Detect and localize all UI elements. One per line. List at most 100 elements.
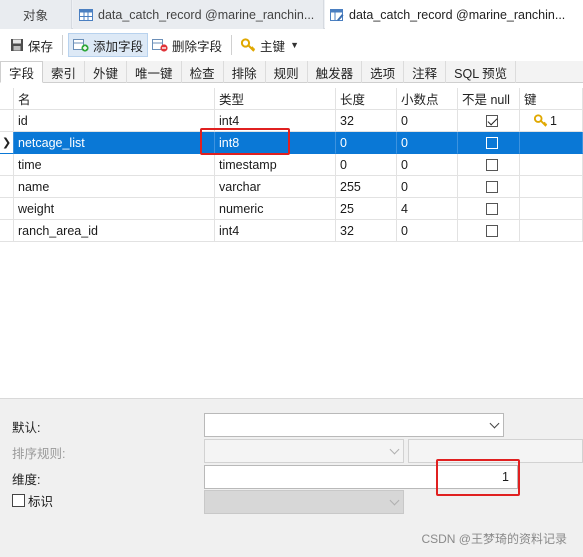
field-name-cell[interactable]: netcage_list — [14, 132, 215, 154]
field-length-cell[interactable]: 255 — [336, 176, 397, 198]
not-null-checkbox[interactable] — [486, 224, 498, 237]
tab-indexes[interactable]: 索引 — [43, 61, 86, 83]
field-length-cell[interactable]: 25 — [336, 198, 397, 220]
field-name-cell[interactable]: time — [14, 154, 215, 176]
key-icon — [534, 114, 548, 127]
tab-objects[interactable]: 对象 — [0, 0, 72, 29]
field-key-cell[interactable] — [520, 176, 583, 198]
field-not-null-cell[interactable] — [458, 176, 520, 198]
field-not-null-cell[interactable] — [458, 132, 520, 154]
table-row[interactable]: time timestamp 0 0 — [0, 154, 583, 176]
field-decimals-cell[interactable]: 0 — [397, 220, 458, 242]
field-decimals-cell[interactable]: 0 — [397, 176, 458, 198]
not-null-checkbox[interactable] — [486, 202, 498, 215]
column-header-type[interactable]: 类型 — [215, 88, 336, 110]
save-button[interactable]: 保存 — [6, 33, 57, 57]
tab-table-data[interactable]: data_catch_record @marine_ranchin... — [73, 0, 324, 29]
row-indicator[interactable] — [0, 154, 14, 176]
column-header-name[interactable]: 名 — [14, 88, 215, 110]
field-name-cell[interactable]: weight — [14, 198, 215, 220]
field-type-cell[interactable]: int4 — [215, 220, 336, 242]
tab-rules[interactable]: 规则 — [266, 61, 308, 83]
table-row[interactable]: ranch_area_id int4 32 0 — [0, 220, 583, 242]
column-header-length[interactable]: 长度 — [336, 88, 397, 110]
field-not-null-cell[interactable] — [458, 110, 520, 132]
save-icon — [11, 39, 23, 51]
row-indicator[interactable] — [0, 110, 14, 132]
column-header-key[interactable]: 键 — [520, 88, 583, 110]
identity-checkbox-row[interactable]: 标识 — [12, 491, 53, 510]
field-decimals-cell[interactable]: 0 — [397, 132, 458, 154]
field-type-cell[interactable]: numeric — [215, 198, 336, 220]
design-tab-bar: 字段 索引 外键 唯一键 检查 排除 规则 触发器 选项 注释 SQL 预览 — [0, 61, 583, 83]
row-indicator[interactable] — [0, 220, 14, 242]
field-key-cell[interactable]: 1 — [520, 110, 583, 132]
row-indicator[interactable] — [0, 198, 14, 220]
tab-options[interactable]: 选项 — [362, 61, 405, 83]
delete-field-button[interactable]: 删除字段 — [148, 33, 226, 57]
table-row[interactable]: weight numeric 25 4 — [0, 198, 583, 220]
row-indicator[interactable] — [0, 176, 14, 198]
tab-triggers[interactable]: 触发器 — [308, 61, 363, 83]
chevron-down-icon[interactable]: ▼ — [290, 40, 299, 50]
field-not-null-cell[interactable] — [458, 154, 520, 176]
column-header-decimals[interactable]: 小数点 — [397, 88, 458, 110]
identity-label: 标识 — [28, 495, 54, 509]
field-decimals-cell[interactable]: 0 — [397, 110, 458, 132]
tab-comment[interactable]: 注释 — [404, 61, 447, 83]
column-header-not-null[interactable]: 不是 null — [458, 88, 520, 110]
field-type-cell[interactable]: varchar — [215, 176, 336, 198]
delete-field-icon — [152, 39, 168, 52]
add-field-icon — [73, 39, 89, 52]
chevron-down-icon — [389, 495, 400, 506]
tab-foreign-keys[interactable]: 外键 — [85, 61, 128, 83]
primary-key-indicator: 1 — [534, 114, 557, 128]
field-length-cell[interactable]: 0 — [336, 132, 397, 154]
chevron-down-icon — [489, 418, 500, 429]
tab-label: 对象 — [22, 9, 48, 23]
tab-excludes[interactable]: 排除 — [224, 61, 266, 83]
field-type-cell[interactable]: timestamp — [215, 154, 336, 176]
field-properties-panel: 默认: 排序规则: 维度: 1 标识 CSDN @王梦琦的资料记录 — [0, 399, 583, 557]
grid-header: 名 类型 长度 小数点 不是 null 键 — [0, 88, 583, 110]
field-length-cell[interactable]: 32 — [336, 110, 397, 132]
table-icon — [79, 8, 93, 21]
toolbar-divider — [62, 35, 64, 55]
key-order: 1 — [550, 113, 557, 128]
not-null-checkbox[interactable] — [486, 136, 498, 149]
field-not-null-cell[interactable] — [458, 198, 520, 220]
table-row[interactable]: ❯ netcage_list int8 0 0 — [0, 132, 583, 154]
tab-checks[interactable]: 检查 — [182, 61, 224, 83]
field-decimals-cell[interactable]: 0 — [397, 154, 458, 176]
default-dropdown[interactable] — [204, 413, 504, 437]
field-key-cell[interactable] — [520, 220, 583, 242]
toolbar: 保存 添加字段 删除字段 主键 ▼ — [0, 30, 583, 60]
collation-dropdown[interactable] — [204, 439, 404, 463]
table-row[interactable]: id int4 32 0 1 — [0, 110, 583, 132]
field-name-cell[interactable]: id — [14, 110, 215, 132]
field-length-cell[interactable]: 0 — [336, 154, 397, 176]
current-row-indicator-icon[interactable]: ❯ — [0, 132, 14, 154]
identity-dropdown[interactable] — [204, 490, 404, 514]
add-field-button[interactable]: 添加字段 — [68, 33, 149, 57]
watermark: CSDN @王梦琦的资料记录 — [421, 532, 567, 546]
field-name-cell[interactable]: name — [14, 176, 215, 198]
field-key-cell[interactable] — [520, 154, 583, 176]
table-row[interactable]: name varchar 255 0 — [0, 176, 583, 198]
chevron-down-icon — [389, 444, 400, 455]
not-null-checkbox[interactable] — [486, 158, 498, 171]
identity-checkbox[interactable] — [12, 494, 25, 507]
tab-fields[interactable]: 字段 — [0, 61, 44, 83]
tab-sql-preview[interactable]: SQL 预览 — [446, 61, 517, 83]
field-decimals-cell[interactable]: 4 — [397, 198, 458, 220]
primary-key-button[interactable]: 主键 ▼ — [237, 33, 303, 57]
not-null-checkbox[interactable] — [486, 114, 498, 127]
field-not-null-cell[interactable] — [458, 220, 520, 242]
field-length-cell[interactable]: 32 — [336, 220, 397, 242]
tab-table-design[interactable]: data_catch_record @marine_ranchin... — [325, 0, 583, 30]
field-key-cell[interactable] — [520, 132, 583, 154]
tab-unique-keys[interactable]: 唯一键 — [127, 61, 182, 83]
not-null-checkbox[interactable] — [486, 180, 498, 193]
field-key-cell[interactable] — [520, 198, 583, 220]
field-name-cell[interactable]: ranch_area_id — [14, 220, 215, 242]
